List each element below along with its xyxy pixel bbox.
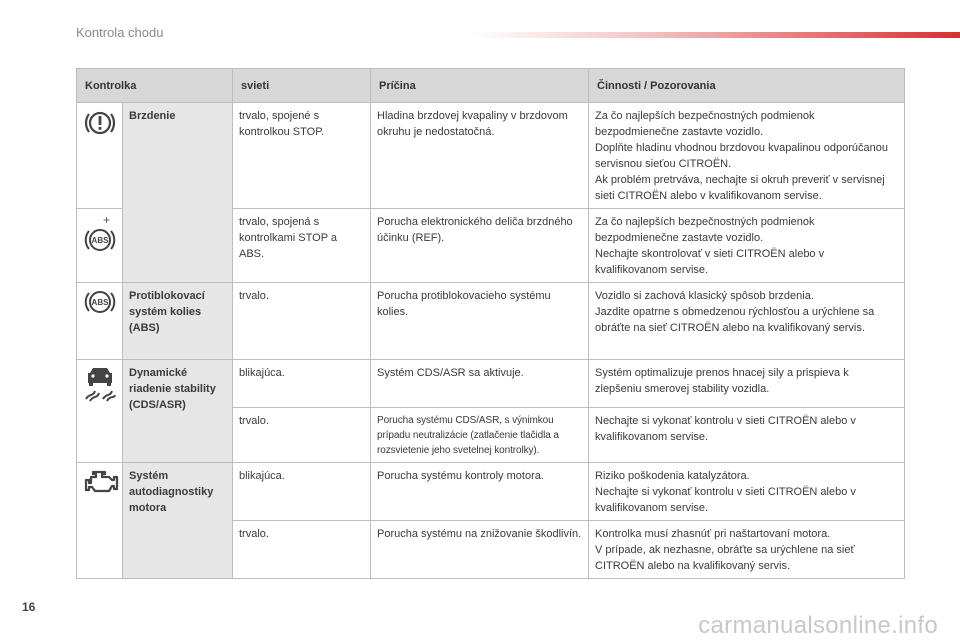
state-cell: trvalo.: [232, 282, 371, 360]
state-cell: blikajúca.: [232, 462, 371, 521]
cause-cell: Porucha elektronického deliča brzdného ú…: [370, 208, 589, 283]
cause-cell: Porucha systému kontroly motora.: [370, 462, 589, 521]
plus-sign: +: [103, 213, 111, 227]
action-line: Nechajte skontrolovať v sieti CITROËN al…: [595, 248, 825, 276]
action-cell: Nechajte si vykonať kontrolu v sieti CIT…: [588, 407, 905, 463]
action-cell: Vozidlo si zachová klasický spôsob brzde…: [588, 282, 905, 360]
page-number: 16: [22, 600, 36, 614]
action-cell: Za čo najlepších bezpečnostných podmieno…: [588, 208, 905, 283]
action-line: Nechajte si vykonať kontrolu v sieti CIT…: [595, 486, 856, 514]
cause-cell: Porucha protiblokovacieho systému kolies…: [370, 282, 589, 360]
action-cell: Systém optimalizuje prenos hnacej sily a…: [588, 359, 905, 408]
table-row: Systém autodiagnostiky motora blikajúca.…: [76, 462, 905, 579]
table-row: ABS Protiblokovací systém kolies (ABS) t…: [76, 282, 905, 360]
section-title: Kontrola chodu: [76, 25, 164, 40]
warning-name-abs: Protiblokovací systém kolies (ABS): [122, 282, 233, 360]
action-line: Jazdite opatrne s obmedzenou rýchlosťou …: [595, 306, 875, 334]
state-cell: blikajúca.: [232, 359, 371, 408]
column-header-svieti: svieti: [232, 68, 371, 103]
icon-cell: ABS: [76, 282, 123, 360]
abs-icon: ABS: [83, 288, 117, 321]
warning-name-brzdenie: Brzdenie: [122, 102, 233, 283]
table-row: Dynamické riadenie stability (CDS/ASR) b…: [76, 359, 905, 463]
table-row: Brzdenie trvalo, spojené s kontrolkou ST…: [76, 102, 905, 283]
column-header-kontrolka: Kontrolka: [76, 68, 233, 103]
action-line: Kontrolka musí zhasnúť pri naštartovaní …: [595, 528, 831, 540]
state-cell: trvalo.: [232, 520, 371, 579]
state-cell: trvalo, spojené s kontrolkou STOP.: [232, 102, 371, 209]
action-line: Doplňte hladinu vhodnou brzdovou kvapali…: [595, 142, 888, 170]
action-line: Riziko poškodenia katalyzátora.: [595, 470, 750, 482]
state-cell: trvalo.: [232, 407, 371, 463]
watermark: carmanualsonline.info: [698, 612, 938, 639]
header-accent-bar: [470, 32, 960, 38]
action-cell: Riziko poškodenia katalyzátora. Nechajte…: [588, 462, 905, 521]
action-line: Za čo najlepších bezpečnostných podmieno…: [595, 110, 815, 138]
abs-icon: ABS: [83, 226, 117, 259]
action-line: Systém optimalizuje prenos hnacej sily a…: [595, 367, 849, 395]
cause-cell: Systém CDS/ASR sa aktivuje.: [370, 359, 589, 408]
svg-text:ABS: ABS: [92, 236, 110, 245]
action-cell: Kontrolka musí zhasnúť pri naštartovaní …: [588, 520, 905, 579]
icon-cell: [76, 359, 123, 463]
cause-cell: Hladina brzdovej kvapaliny v brzdovom ok…: [370, 102, 589, 209]
action-line: Vozidlo si zachová klasický spôsob brzde…: [595, 290, 814, 302]
action-line: Za čo najlepších bezpečnostných podmieno…: [595, 216, 815, 244]
icon-cell: + ABS: [76, 208, 123, 283]
warning-name-cds-asr: Dynamické riadenie stability (CDS/ASR): [122, 359, 233, 463]
action-line: V prípade, ak nezhasne, obráťte sa urých…: [595, 544, 855, 572]
action-line: Nechajte si vykonať kontrolu v sieti CIT…: [595, 415, 856, 443]
icon-cell: [76, 462, 123, 579]
svg-text:ABS: ABS: [92, 298, 110, 307]
state-cell: trvalo, spojená s kontrolkami STOP a ABS…: [232, 208, 371, 283]
column-header-pricina: Príčina: [370, 68, 589, 103]
icon-cell: [76, 102, 123, 209]
skid-car-icon: [83, 365, 117, 410]
warning-name-engine: Systém autodiagnostiky motora: [122, 462, 233, 579]
action-line: Ak problém pretrváva, nechajte si okruh …: [595, 174, 885, 202]
cause-cell: Porucha systému CDS/ASR, s výnimkou príp…: [370, 407, 589, 463]
cause-cell: Porucha systému na znižovanie škodlivín.: [370, 520, 589, 579]
action-cell: Za čo najlepších bezpečnostných podmieno…: [588, 102, 905, 209]
warning-lights-table: Kontrolka svieti Príčina Činnosti / Pozo…: [76, 68, 905, 579]
column-header-cinnosti: Činnosti / Pozorovania: [588, 68, 905, 103]
engine-check-icon: [83, 468, 121, 501]
table-header-row: Kontrolka svieti Príčina Činnosti / Pozo…: [76, 68, 905, 103]
brake-warning-icon: [83, 108, 117, 143]
